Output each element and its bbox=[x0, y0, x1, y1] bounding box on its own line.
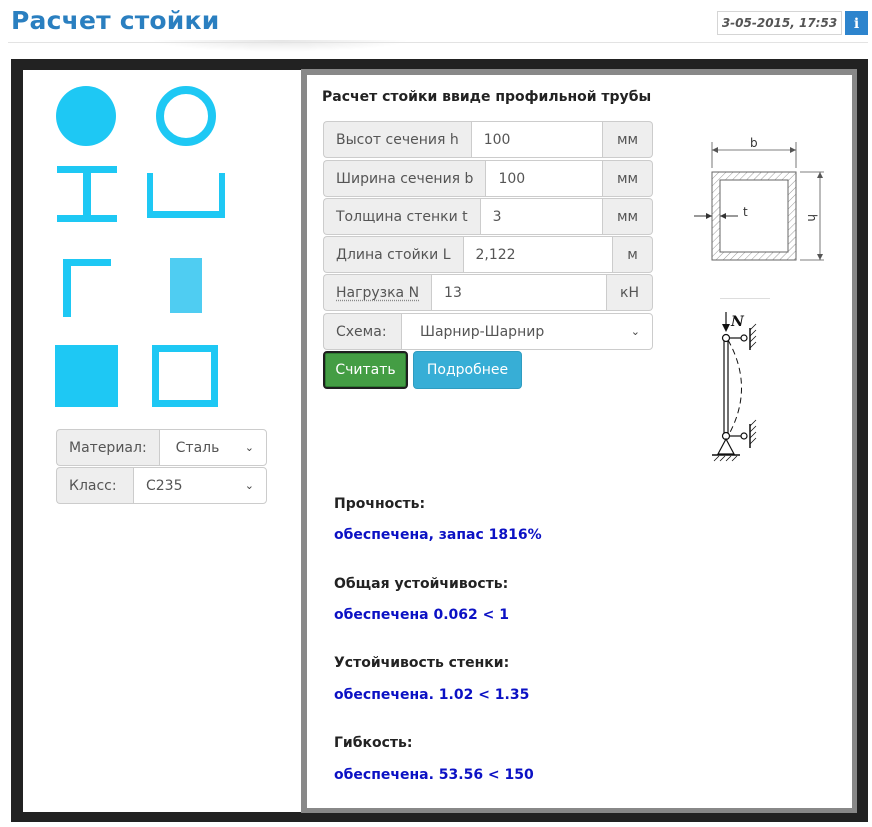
wall-thickness-unit: мм bbox=[603, 198, 653, 235]
load-label-text: Нагрузка N bbox=[336, 284, 420, 301]
channel-section-icon[interactable] bbox=[147, 173, 225, 218]
circle-solid-section-icon[interactable] bbox=[55, 85, 117, 147]
diagram-n-label: N bbox=[730, 314, 745, 330]
diagram-b-label: b bbox=[750, 136, 758, 150]
diagram-t-label: t bbox=[743, 205, 748, 219]
slenderness-result-value: обеспечена. 53.56 < 150 bbox=[334, 767, 534, 783]
length-input-group: Длина стойки L 2,122 м bbox=[323, 236, 653, 273]
chevron-down-icon: ⌄ bbox=[244, 479, 254, 492]
width-unit: мм bbox=[603, 160, 653, 197]
wall-thickness-input[interactable]: 3 bbox=[479, 198, 603, 235]
timestamp-badge: 3-05-2015, 17:53 bbox=[717, 11, 842, 35]
strength-result-label: Прочность: bbox=[334, 496, 426, 512]
calculate-button[interactable]: Считать bbox=[323, 351, 408, 389]
stability-result-value: обеспечена 0.062 < 1 bbox=[334, 607, 509, 623]
material-select[interactable]: Сталь ⌄ bbox=[158, 429, 267, 466]
pinned-column-scheme-diagram: N bbox=[712, 298, 770, 462]
wall-stability-result-label: Устойчивость стенки: bbox=[334, 655, 510, 671]
slenderness-result-label: Гибкость: bbox=[334, 735, 413, 751]
square-tube-section-icon[interactable] bbox=[152, 345, 218, 407]
load-input[interactable]: 13 bbox=[431, 274, 607, 311]
length-unit: м bbox=[613, 236, 653, 273]
material-group: Материал: Сталь ⌄ bbox=[56, 429, 267, 466]
length-input[interactable]: 2,122 bbox=[462, 236, 613, 273]
scheme-select[interactable]: Шарнир-Шарнир ⌄ bbox=[401, 313, 653, 350]
height-unit: мм bbox=[603, 121, 653, 158]
class-value: С235 bbox=[146, 477, 183, 494]
scheme-label: Схема: bbox=[323, 313, 401, 350]
wall-stability-result-value: обеспечена. 1.02 < 1.35 bbox=[334, 687, 530, 703]
page-title: Расчет стойки bbox=[11, 6, 220, 35]
class-select[interactable]: С235 ⌄ bbox=[133, 467, 267, 504]
section-dimension-diagram: b h t bbox=[694, 136, 824, 261]
wall-thickness-label: Толщина стенки t bbox=[323, 198, 480, 235]
circle-tube-section-icon[interactable] bbox=[155, 85, 217, 147]
i-beam-section-icon[interactable] bbox=[57, 166, 117, 222]
stability-result-label: Общая устойчивость: bbox=[334, 576, 509, 592]
info-button[interactable]: i bbox=[845, 11, 868, 35]
material-label: Материал: bbox=[56, 429, 159, 466]
chevron-down-icon: ⌄ bbox=[244, 441, 254, 454]
class-group: Класс: С235 ⌄ bbox=[56, 467, 267, 504]
header-divider bbox=[8, 42, 868, 43]
scheme-value: Шарнир-Шарнир bbox=[420, 323, 545, 340]
scheme-group: Схема: Шарнир-Шарнир ⌄ bbox=[323, 313, 653, 350]
height-label: Высот сечения h bbox=[323, 121, 471, 158]
load-unit: кН bbox=[607, 274, 653, 311]
rectangle-bar-section-icon[interactable] bbox=[170, 258, 202, 313]
load-label: Нагрузка N bbox=[323, 274, 432, 311]
load-input-group: Нагрузка N 13 кН bbox=[323, 274, 653, 311]
chevron-down-icon: ⌄ bbox=[630, 325, 640, 338]
wall-input-group: Толщина стенки t 3 мм bbox=[323, 198, 653, 235]
diagram-h-label: h bbox=[805, 214, 819, 222]
material-value: Сталь bbox=[175, 439, 220, 456]
height-input[interactable]: 100 bbox=[470, 121, 603, 158]
details-button[interactable]: Подробнее bbox=[413, 351, 522, 389]
width-input[interactable]: 100 bbox=[485, 160, 603, 197]
strength-result-value: обеспечена, запас 1816% bbox=[334, 527, 542, 543]
form-title: Расчет стойки ввиде профильной трубы bbox=[322, 89, 652, 105]
class-label: Класс: bbox=[56, 467, 133, 504]
angle-section-icon[interactable] bbox=[63, 259, 111, 317]
width-input-group: Ширина сечения b 100 мм bbox=[323, 160, 653, 197]
height-input-group: Высот сечения h 100 мм bbox=[323, 121, 653, 158]
length-label: Длина стойки L bbox=[323, 236, 463, 273]
square-bar-section-icon[interactable] bbox=[55, 345, 118, 407]
width-label: Ширина сечения b bbox=[323, 160, 486, 197]
